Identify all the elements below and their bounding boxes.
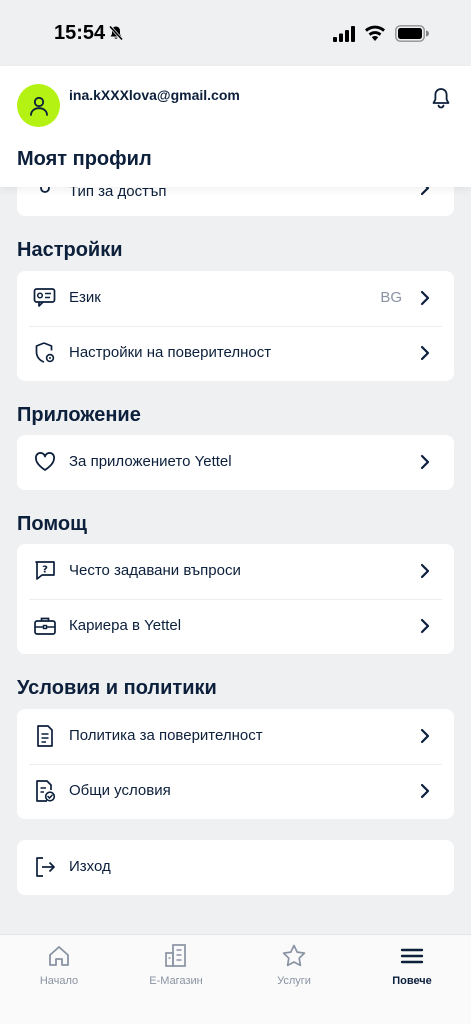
chevron-right-icon — [418, 783, 432, 799]
status-time: 15:54 — [54, 22, 106, 44]
document-icon — [33, 724, 57, 748]
nav-shop[interactable]: Е-Магазин — [117, 943, 235, 995]
chevron-right-icon — [418, 290, 432, 306]
privacy-settings-label: Настройки на поверителност — [69, 344, 272, 361]
page-title: Моят профил — [17, 148, 152, 170]
about-app-label: За приложението Yettel — [69, 453, 232, 470]
help-section-title: Помощ — [17, 513, 87, 535]
career-label: Кариера в Yettel — [69, 617, 182, 634]
nav-services-label: Услуги — [277, 975, 311, 987]
nav-shop-label: Е-Магазин — [149, 975, 203, 987]
question-bubble-icon: ? — [33, 559, 57, 583]
user-icon — [29, 96, 48, 116]
settings-section-title: Настройки — [17, 239, 123, 261]
settings-card: Език BG Настройки на поверителност — [17, 271, 454, 381]
language-label: Език — [69, 289, 101, 306]
chevron-right-icon — [418, 618, 432, 634]
language-row[interactable]: Език BG — [17, 271, 454, 326]
app-section-title: Приложение — [17, 404, 141, 426]
career-row[interactable]: Кариера в Yettel — [17, 599, 454, 654]
logout-label: Изход — [69, 858, 111, 875]
faq-label: Често задавани въпроси — [69, 562, 241, 579]
wifi-icon — [364, 24, 386, 47]
avatar[interactable] — [17, 84, 60, 127]
privacy-settings-row[interactable]: Настройки на поверителност — [17, 326, 454, 381]
nav-more-label: Повече — [392, 975, 432, 987]
chevron-right-icon — [418, 563, 432, 579]
battery-icon — [395, 25, 429, 47]
logout-card: Изход — [17, 840, 454, 895]
svg-text:?: ? — [42, 565, 48, 576]
privacy-policy-label: Политика за поверителност — [69, 727, 263, 744]
terms-label: Общи условия — [69, 782, 171, 799]
logout-icon — [33, 855, 57, 879]
cellular-signal-icon — [333, 26, 357, 47]
star-icon — [281, 943, 307, 969]
policies-section-title: Условия и политики — [17, 677, 217, 699]
logout-row[interactable]: Изход — [17, 840, 454, 895]
help-card: ? Често задавани въпроси Кариера в Yette… — [17, 544, 454, 654]
profile-header: ina.kXXXlova@gmail.com Моят профил — [0, 66, 471, 187]
nav-home-label: Начало — [39, 975, 79, 987]
bottom-nav: Начало Е-Магазин Услуги Повече — [0, 934, 471, 1024]
notifications-bell-icon[interactable] — [429, 86, 453, 110]
bell-muted-icon — [108, 25, 124, 46]
briefcase-icon — [33, 614, 57, 638]
nav-home[interactable]: Начало — [0, 943, 118, 995]
nav-services[interactable]: Услуги — [235, 943, 353, 995]
nav-more[interactable]: Повече — [353, 943, 471, 995]
policies-card: Политика за поверителност Общи условия — [17, 709, 454, 819]
store-icon — [163, 943, 189, 969]
user-email: ina.kXXXlova@gmail.com — [69, 87, 240, 103]
terms-row[interactable]: Общи условия — [17, 764, 454, 819]
app-card: За приложението Yettel — [17, 435, 454, 490]
about-app-row[interactable]: За приложението Yettel — [17, 435, 454, 490]
document-check-icon — [33, 779, 57, 803]
chevron-right-icon — [418, 454, 432, 470]
privacy-policy-row[interactable]: Политика за поверителност — [17, 709, 454, 764]
home-icon — [46, 943, 72, 969]
chevron-right-icon — [418, 345, 432, 361]
faq-row[interactable]: ? Често задавани въпроси — [17, 544, 454, 599]
status-bar: 15:54 — [0, 0, 471, 66]
shield-gear-icon — [33, 341, 57, 365]
language-icon — [33, 286, 57, 310]
chevron-right-icon — [418, 728, 432, 744]
language-value: BG — [380, 289, 402, 306]
menu-icon — [399, 943, 425, 969]
heart-icon — [33, 450, 57, 474]
